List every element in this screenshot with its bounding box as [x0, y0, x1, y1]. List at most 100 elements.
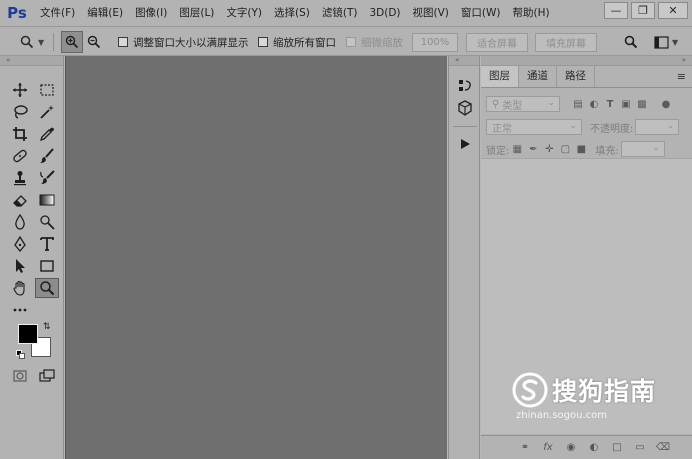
lock-row: 锁定: ▦ ✒ ✛ ▢ ■ 填充: ⌄	[481, 138, 692, 160]
restore-button[interactable]: ❐	[631, 2, 655, 19]
layer-style-icon[interactable]: fx	[540, 440, 556, 456]
panel-collapse-strip[interactable]: «	[0, 56, 63, 66]
add-mask-icon[interactable]: ◉	[563, 440, 579, 456]
workspace-icon	[650, 31, 672, 53]
dock-collapse-strip[interactable]: «	[449, 56, 479, 66]
default-colors-icon[interactable]	[16, 350, 25, 359]
tab-layers[interactable]: 图层	[481, 66, 519, 87]
brush-tool-icon[interactable]	[35, 146, 59, 166]
rectangular-marquee-icon[interactable]	[35, 80, 59, 100]
gradient-tool-icon[interactable]	[35, 190, 59, 210]
menu-edit[interactable]: 编辑(E)	[81, 0, 129, 26]
menu-select[interactable]: 选择(S)	[268, 0, 316, 26]
filter-kind-select[interactable]: ⚲ 类型 ⌄	[486, 96, 560, 112]
screen-mode-icon[interactable]	[35, 366, 59, 386]
rectangle-tool-icon[interactable]	[35, 256, 59, 276]
panel-collapse-strip[interactable]: »	[481, 56, 692, 66]
lock-position-icon[interactable]: ✛	[541, 141, 557, 157]
filter-smart-object-icon[interactable]: ▩	[634, 96, 650, 112]
photoshop-logo[interactable]: Ps	[0, 0, 34, 26]
type-tool-icon[interactable]	[35, 234, 59, 254]
swap-colors-icon[interactable]: ⇅	[43, 322, 51, 332]
delete-layer-icon[interactable]: ⌫	[655, 440, 671, 456]
crop-tool-icon[interactable]	[8, 124, 32, 144]
zoom-all-windows-box[interactable]	[258, 37, 268, 47]
resize-windows-box[interactable]	[118, 37, 128, 47]
opacity-input[interactable]: ⌄	[635, 119, 680, 135]
menu-filter[interactable]: 滤镜(T)	[316, 0, 364, 26]
menu-view[interactable]: 视图(V)	[407, 0, 455, 26]
zoom-out-icon[interactable]	[83, 31, 105, 53]
link-layers-icon[interactable]: ⚭	[517, 440, 533, 456]
watermark-url: zhinan.sogou.com	[516, 410, 608, 421]
menu-type[interactable]: 文字(Y)	[220, 0, 268, 26]
chevron-down-icon: ▼	[672, 37, 679, 47]
options-bar: ▼ 调整窗口大小以满屏显示 缩放所有窗口 细微缩放 100% 适合屏幕 填充屏幕	[0, 26, 692, 56]
lock-artboard-icon[interactable]: ▢	[557, 141, 573, 157]
filter-pixel-icon[interactable]: ▤	[570, 96, 586, 112]
dodge-tool-icon[interactable]	[35, 212, 59, 232]
search-icon: ⚲	[492, 98, 500, 110]
zoom-all-windows-checkbox[interactable]: 缩放所有窗口	[258, 27, 336, 57]
fill-screen-button[interactable]: 填充屏幕	[535, 32, 597, 52]
fill-input[interactable]: ⌄	[620, 141, 665, 157]
menu-file[interactable]: 文件(F)	[34, 0, 81, 26]
new-group-icon[interactable]: □	[609, 440, 625, 456]
pen-tool-icon[interactable]	[8, 234, 32, 254]
lock-pixels-icon[interactable]: ✒	[525, 141, 541, 157]
path-selection-icon[interactable]	[8, 256, 32, 276]
zoom-tool-icon[interactable]	[35, 278, 59, 298]
filter-kind-value: 类型	[502, 100, 523, 112]
menu-window[interactable]: 窗口(W)	[455, 0, 507, 26]
panel-menu-icon[interactable]: ≡	[677, 70, 686, 83]
filter-type-icon[interactable]: T	[602, 96, 618, 112]
tab-paths[interactable]: 路径	[557, 66, 595, 87]
scrubby-zoom-checkbox[interactable]: 细微缩放	[346, 27, 403, 57]
search-icon[interactable]	[620, 31, 642, 53]
scrubby-zoom-box[interactable]	[346, 37, 356, 47]
chevron-down-icon: ⌄	[652, 143, 660, 153]
actions-panel-icon[interactable]	[453, 134, 477, 154]
document-workspace[interactable]	[65, 56, 447, 459]
filter-toggle-icon[interactable]: ●	[658, 96, 674, 112]
3d-panel-icon[interactable]	[453, 98, 477, 118]
magic-wand-icon[interactable]	[35, 102, 59, 122]
edit-toolbar-icon[interactable]	[8, 300, 32, 320]
filter-adjustment-icon[interactable]: ◐	[586, 96, 602, 112]
lasso-tool-icon[interactable]	[8, 102, 32, 122]
zoom-tool-preset-icon	[16, 31, 38, 53]
menu-layer[interactable]: 图层(L)	[173, 0, 220, 26]
tab-channels[interactable]: 通道	[519, 66, 557, 87]
tools-panel: « ⇅	[0, 56, 64, 459]
lock-transparent-icon[interactable]: ▦	[509, 141, 525, 157]
zoom-100-button[interactable]: 100%	[412, 32, 458, 52]
foreground-color-swatch[interactable]	[18, 324, 38, 344]
menu-image[interactable]: 图像(I)	[129, 0, 173, 26]
menu-help[interactable]: 帮助(H)	[507, 0, 556, 26]
resize-windows-checkbox[interactable]: 调整窗口大小以满屏显示	[118, 27, 249, 57]
close-button[interactable]: ✕	[658, 2, 688, 19]
dock-divider	[453, 126, 477, 127]
adjustment-layer-icon[interactable]: ◐	[586, 440, 602, 456]
new-layer-icon[interactable]: ▭	[632, 440, 648, 456]
fit-screen-button[interactable]: 适合屏幕	[466, 32, 528, 52]
quick-mask-icon[interactable]	[8, 366, 32, 386]
history-panel-icon[interactable]	[453, 76, 477, 96]
blur-tool-icon[interactable]	[8, 212, 32, 232]
hand-tool-icon[interactable]	[8, 278, 32, 298]
clone-stamp-icon[interactable]	[8, 168, 32, 188]
eraser-tool-icon[interactable]	[8, 190, 32, 210]
eyedropper-icon[interactable]	[35, 124, 59, 144]
chevron-down-icon: ⌄	[569, 121, 577, 131]
filter-shape-icon[interactable]: ▣	[618, 96, 634, 112]
zoom-in-icon[interactable]	[61, 31, 83, 53]
minimize-button[interactable]: —	[604, 2, 628, 19]
workspace-switcher[interactable]: ▼	[650, 27, 678, 57]
history-brush-icon[interactable]	[35, 168, 59, 188]
tool-preset-picker[interactable]: ▼	[16, 27, 44, 57]
healing-brush-icon[interactable]	[8, 146, 32, 166]
blend-mode-select[interactable]: 正常 ⌄	[486, 119, 582, 135]
lock-all-icon[interactable]: ■	[573, 141, 589, 157]
menu-3d[interactable]: 3D(D)	[363, 0, 406, 26]
move-tool-icon[interactable]	[8, 80, 32, 100]
